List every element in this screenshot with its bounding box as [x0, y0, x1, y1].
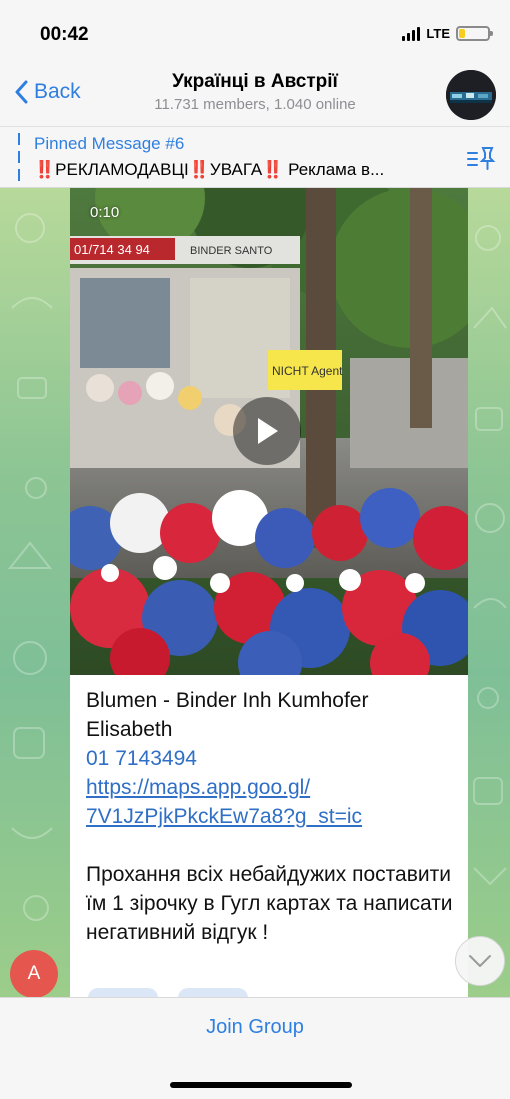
chat-area: 01/714 34 94 BINDER SANTO NICHT Agent 0:…: [0, 188, 510, 997]
home-indicator[interactable]: [170, 1082, 352, 1088]
group-title: Українці в Австрії: [172, 71, 338, 92]
sender-avatar[interactable]: A: [10, 950, 58, 997]
group-avatar[interactable]: [446, 70, 496, 120]
phone-link[interactable]: 01 7143494: [86, 744, 456, 773]
scroll-down-button[interactable]: [455, 936, 505, 986]
status-bar: 00:42 LTE: [0, 0, 510, 62]
video-attachment[interactable]: 01/714 34 94 BINDER SANTO NICHT Agent 0:…: [70, 188, 468, 675]
message-text: Blumen - Binder Inh Kumhofer Elisabeth 0…: [86, 686, 456, 947]
play-icon: [258, 418, 278, 444]
status-indicators: LTE: [402, 26, 493, 41]
kiosk-phone-sign: 01/714 34 94: [74, 242, 150, 257]
battery-level: [459, 29, 465, 38]
message-business-name: Blumen - Binder Inh Kumhofer Elisabeth: [86, 689, 369, 741]
reaction-chip[interactable]: [88, 988, 158, 997]
message-bubble[interactable]: 01/714 34 94 BINDER SANTO NICHT Agent 0:…: [70, 188, 468, 997]
clock: 00:42: [40, 24, 89, 45]
pinned-text: ‼️РЕКЛАМОДАВЦІ‼️УВАГА‼️ Реклама в...: [34, 160, 385, 179]
pinned-message-bar[interactable]: Pinned Message #6 ‼️РЕКЛАМОДАВЦІ‼️УВАГА‼…: [0, 126, 510, 188]
signal-icon: [402, 26, 421, 41]
unpin-list-icon[interactable]: [466, 145, 496, 171]
pinned-title: Pinned Message #6: [34, 134, 185, 153]
bottom-bar: Join Group: [0, 997, 510, 1099]
play-button[interactable]: [233, 397, 301, 465]
chat-header: Back Українці в Австрії 11.731 members, …: [0, 62, 510, 126]
group-members-status: 11.731 members, 1.040 online: [154, 96, 356, 113]
chevron-down-icon: [469, 955, 491, 967]
network-label: LTE: [426, 26, 450, 41]
pinned-indicator: [18, 133, 20, 183]
paper-sign: NICHT Agent: [272, 364, 343, 378]
reaction-chip[interactable]: [178, 988, 248, 997]
message-body: Прохання всіх небайдужих поставити їм 1 …: [86, 863, 453, 944]
video-duration: 0:10: [90, 204, 120, 221]
chat-title-block[interactable]: Українці в Австрії 11.731 members, 1.040…: [0, 71, 510, 113]
battery-icon: [456, 26, 493, 41]
maps-link-line1[interactable]: https://maps.app.goo.gl/: [86, 773, 456, 802]
maps-link-line2[interactable]: 7V1JzPjkPkckEw7a8?g_st=ic: [86, 802, 456, 831]
join-group-button[interactable]: Join Group: [0, 1016, 510, 1039]
reactions-row[interactable]: [88, 988, 248, 997]
group-avatar-icon: [446, 70, 496, 120]
kiosk-name-sign: BINDER SANTO: [190, 245, 273, 257]
